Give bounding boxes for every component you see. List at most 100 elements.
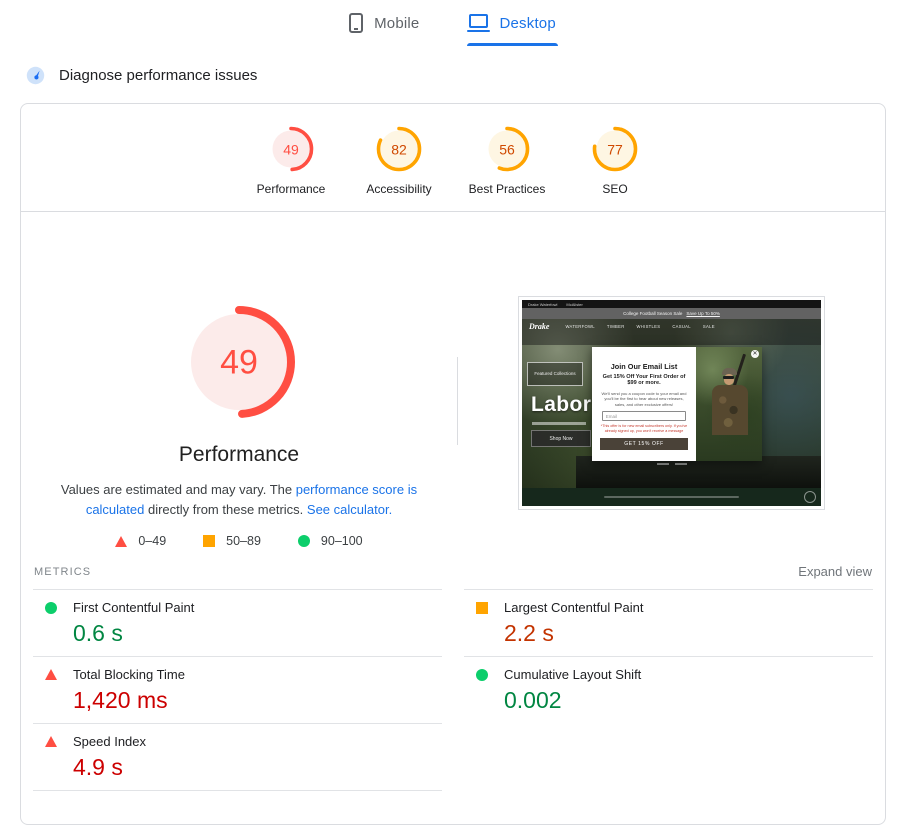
metrics-left-column: First Contentful Paint 0.6 s Total Blockin… [33, 589, 442, 791]
diagnose-header: Diagnose performance issues [26, 66, 905, 85]
shop-now-button: Shop Now [531, 430, 591, 447]
site-nav-item: WHISTLES [636, 324, 661, 329]
man-camo-shirt-shape [712, 385, 748, 435]
modal-disclaimer: *This offer is for new email subscribers… [600, 424, 688, 434]
svg-text:49: 49 [220, 344, 258, 382]
modal-photo [696, 347, 762, 461]
carousel-dashes [656, 463, 669, 465]
announcement-text: College Football Season Sale [623, 311, 683, 316]
legend-0-49: 0–49 [115, 534, 166, 548]
metric-label: Largest Contentful Paint [504, 600, 644, 615]
circle-icon [45, 601, 57, 614]
announcement-link: Save Up To 50% [686, 311, 720, 316]
summary-left: 49 Performance Values are estimated and … [21, 212, 457, 552]
gauge-label: SEO [602, 182, 628, 196]
hero-subtext-bar [532, 422, 586, 425]
featured-collections-box: Featured Collections [527, 362, 583, 386]
expand-view-button[interactable]: Expand view [798, 564, 872, 579]
legend-range: 0–49 [138, 534, 167, 548]
email-input: Email [601, 411, 687, 422]
site-topbar: Drake Waterfowl McAlister [522, 300, 821, 308]
legend-90-100: 90–100 [297, 534, 363, 548]
metric-value: 1,420 ms [73, 687, 168, 713]
footer-text-bar [604, 495, 739, 499]
see-calculator-link[interactable]: See calculator. [307, 502, 392, 517]
metric-value: 0.002 [504, 687, 562, 713]
desc-text-1: Values are estimated and may vary. The [60, 482, 296, 497]
svg-text:77: 77 [607, 142, 623, 158]
email-signup-modal: Join Our Email List Get 15% Off Your Fir… [592, 347, 762, 461]
metric-total-blocking-time: Total Blocking Time 1,420 ms [33, 656, 442, 723]
svg-text:56: 56 [499, 142, 515, 158]
site-nav-items: WATERFOWL TIMBER WHISTLES CASUAL SALE [565, 324, 714, 329]
tab-desktop[interactable]: Desktop [467, 9, 559, 46]
square-icon [203, 535, 216, 547]
site-topbar-link: McAlister [566, 301, 583, 307]
modal-heading: Join Our Email List [610, 362, 678, 371]
legend-50-89: 50–89 [203, 534, 261, 548]
site-nav-item: CASUAL [672, 324, 691, 329]
site-topbar-link: Drake Waterfowl [528, 301, 558, 307]
metrics-grid: First Contentful Paint 0.6 s Total Blockin… [33, 589, 873, 791]
tab-mobile-label: Mobile [374, 14, 420, 32]
gauge-performance[interactable]: 49 Performance [255, 125, 327, 196]
page-title: Diagnose performance issues [59, 67, 258, 84]
site-announcement-bar: College Football Season Sale Save Up To … [522, 308, 821, 319]
metrics-heading: METRICS [34, 565, 92, 578]
gauge-label: Accessibility [366, 182, 432, 196]
gauge-best-practices[interactable]: 56 Best Practices [468, 125, 546, 196]
modal-body-text: We'll send you a coupon code to your ema… [601, 390, 687, 407]
site-nav-item: WATERFOWL [565, 324, 595, 329]
metric-label: Speed Index [73, 734, 147, 749]
performance-title: Performance [178, 443, 300, 466]
site-nav: Drake WATERFOWL TIMBER WHISTLES CASUAL SALE [522, 322, 821, 331]
score-legend: 0–49 50–89 90–100 [115, 534, 363, 548]
modal-offer: Get 15% Off Your First Order of $99 or m… [602, 373, 686, 387]
close-icon: ✕ [751, 350, 759, 358]
summary-right: Drake Waterfowl McAlister College Footba… [458, 212, 885, 552]
tab-mobile[interactable]: Mobile [347, 9, 421, 46]
tab-desktop-label: Desktop [499, 14, 556, 32]
desc-text-2: directly from these metrics. [144, 501, 307, 517]
metric-first-contentful-paint: First Contentful Paint 0.6 s [33, 589, 442, 656]
man-sunglasses-shape [723, 376, 734, 379]
metric-largest-contentful-paint: Largest Contentful Paint 2.2 s [464, 589, 873, 656]
modal-content: Join Our Email List Get 15% Off Your Fir… [592, 347, 696, 461]
triangle-icon [45, 736, 57, 747]
gauge-label: Best Practices [468, 182, 546, 196]
svg-text:49: 49 [283, 142, 299, 158]
site-nav-item: TIMBER [606, 324, 625, 329]
desktop-laptop-icon [467, 14, 491, 32]
metric-speed-index: Speed Index 4.9 s [33, 723, 442, 791]
metric-cumulative-layout-shift: Cumulative Layout Shift 0.002 [464, 656, 873, 723]
metric-value: 2.2 s [504, 620, 554, 646]
site-screenshot: Drake Waterfowl McAlister College Footba… [522, 300, 821, 506]
triangle-icon [45, 669, 57, 680]
report-card: 49 Performance 82 Accessibility 56 Best Pra… [20, 103, 886, 825]
gauge-label: Performance [256, 182, 326, 196]
svg-text:82: 82 [391, 142, 407, 158]
page-screenshot-thumbnail[interactable]: Drake Waterfowl McAlister College Footba… [518, 296, 825, 510]
triangle-icon [115, 535, 128, 547]
site-footer-bar [522, 488, 821, 506]
metrics-right-column: Largest Contentful Paint 2.2 s Cumulative … [464, 589, 873, 723]
metric-label: Total Blocking Time [73, 667, 185, 682]
gauge-seo[interactable]: 77 SEO [579, 125, 651, 196]
performance-gauge: 49 [181, 304, 297, 425]
square-icon [476, 601, 488, 614]
metric-value: 0.6 s [73, 620, 123, 646]
metrics-header: METRICS Expand view [33, 558, 873, 589]
mobile-phone-icon [349, 13, 364, 33]
performance-summary: 49 Performance Values are estimated and … [21, 212, 885, 552]
legend-range: 90–100 [320, 534, 363, 548]
device-tabs: Mobile Desktop [0, 0, 905, 46]
site-nav-item: SALE [702, 324, 715, 329]
score-description: Values are estimated and may vary. The p… [38, 480, 440, 519]
site-logo: Drake [529, 322, 550, 331]
site-hero-image: Drake WATERFOWL TIMBER WHISTLES CASUAL SALE … [522, 319, 821, 488]
circle-icon [297, 535, 310, 547]
pagespeed-insights-icon [26, 66, 45, 85]
gauge-accessibility[interactable]: 82 Accessibility [363, 125, 435, 196]
get-discount-button: GET 15% OFF [599, 437, 689, 450]
legend-range: 50–89 [226, 534, 261, 548]
